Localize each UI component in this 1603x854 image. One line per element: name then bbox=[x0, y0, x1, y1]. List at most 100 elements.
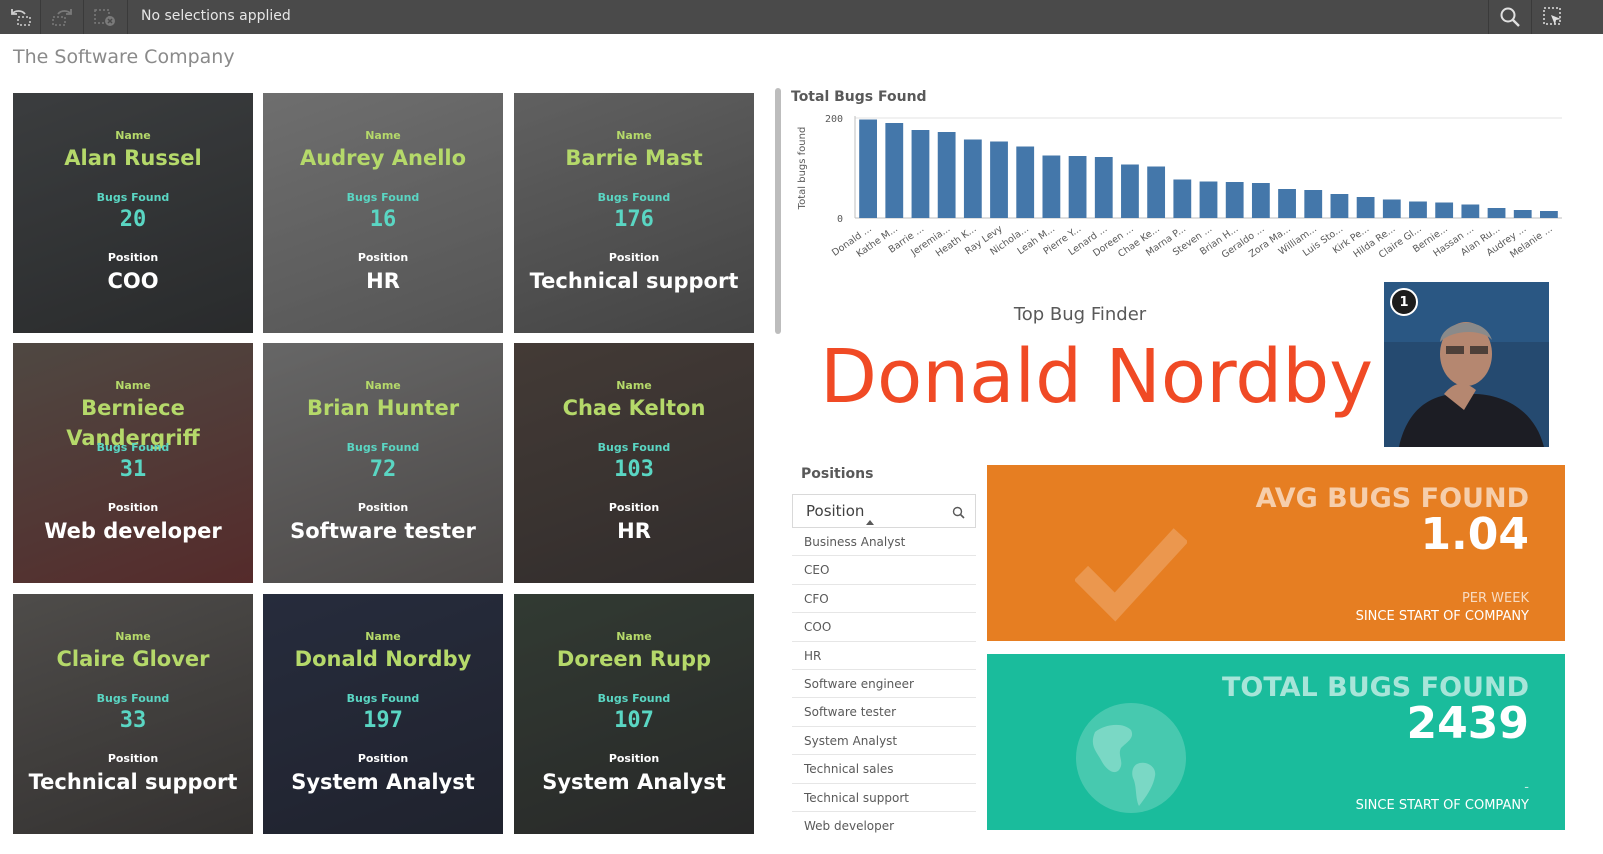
position-item[interactable]: System Analyst bbox=[792, 726, 976, 756]
bar[interactable] bbox=[1121, 164, 1139, 219]
person-card[interactable]: Name Audrey Anello Bugs Found 16 Positio… bbox=[263, 93, 503, 333]
bugs-label: Bugs Found bbox=[96, 441, 170, 454]
position-item[interactable]: COO bbox=[792, 613, 976, 642]
toolbar-divider bbox=[40, 0, 41, 34]
bar[interactable] bbox=[1016, 146, 1035, 219]
bugs-bar-chart[interactable]: Total bugs found Donald ...Kathe M...Bar… bbox=[790, 108, 1570, 283]
positions-title: Positions bbox=[801, 466, 874, 482]
top-bug-finder-photo: 1 bbox=[1384, 282, 1549, 447]
checkmark-icon bbox=[1075, 528, 1187, 622]
name-label: Name bbox=[616, 379, 652, 392]
position-item[interactable]: Technical sales bbox=[792, 755, 976, 784]
toolbar-divider bbox=[127, 0, 128, 34]
selections-forward-icon[interactable] bbox=[49, 5, 75, 29]
kpi-total-value: 2439 bbox=[1406, 698, 1529, 749]
person-card[interactable]: Name Brian Hunter Bugs Found 72 Position… bbox=[263, 343, 503, 583]
bugs-label: Bugs Found bbox=[597, 692, 671, 705]
person-card[interactable]: Name Claire Glover Bugs Found 33 Positio… bbox=[13, 594, 253, 834]
person-position: Software tester bbox=[290, 519, 476, 543]
position-item[interactable]: CEO bbox=[792, 556, 976, 585]
person-position: Web developer bbox=[44, 519, 222, 543]
name-label: Name bbox=[365, 379, 401, 392]
person-card[interactable]: Name Donald Nordby Bugs Found 197 Positi… bbox=[263, 594, 503, 834]
bar[interactable] bbox=[859, 119, 877, 219]
app-title: The Software Company bbox=[13, 46, 235, 68]
bar[interactable] bbox=[1251, 183, 1270, 218]
position-item[interactable]: HR bbox=[792, 641, 976, 670]
chart-x-labels: Donald ...Kathe M...Barrie ...Jeremia...… bbox=[830, 223, 1555, 261]
bar[interactable] bbox=[1147, 166, 1166, 219]
position-label: Position bbox=[357, 501, 409, 514]
bar[interactable] bbox=[1304, 190, 1323, 218]
toolbar-divider bbox=[1488, 0, 1489, 34]
bar[interactable] bbox=[1461, 204, 1480, 219]
bar[interactable] bbox=[1487, 208, 1506, 218]
bar[interactable] bbox=[963, 139, 982, 219]
bar[interactable] bbox=[1094, 157, 1113, 218]
top-bug-finder-name: Donald Nordby bbox=[820, 334, 1374, 420]
positions-header[interactable]: Position bbox=[792, 494, 976, 528]
positions-header-label: Position bbox=[806, 502, 865, 520]
bar[interactable] bbox=[885, 123, 904, 218]
chart-y-labels: 2000 bbox=[825, 114, 843, 225]
position-item[interactable]: CFO bbox=[792, 584, 976, 614]
bugs-count: 176 bbox=[614, 207, 654, 232]
position-label: Position bbox=[107, 501, 159, 514]
person-card[interactable]: Name Alan Russel Bugs Found 20 Position … bbox=[13, 93, 253, 333]
name-label: Name bbox=[616, 129, 652, 142]
bar[interactable] bbox=[1199, 181, 1218, 219]
name-label: Name bbox=[616, 630, 652, 643]
clear-selections-icon[interactable] bbox=[92, 5, 118, 29]
bugs-count: 107 bbox=[614, 708, 654, 733]
bugs-count: 31 bbox=[119, 457, 147, 482]
bugs-label: Bugs Found bbox=[597, 191, 671, 204]
bar[interactable] bbox=[1382, 199, 1401, 219]
bugs-label: Bugs Found bbox=[597, 441, 671, 454]
top-bug-finder-label: Top Bug Finder bbox=[1013, 304, 1147, 325]
search-icon[interactable] bbox=[1497, 5, 1523, 29]
toolbar: No selections applied bbox=[0, 0, 1603, 34]
bar[interactable] bbox=[937, 132, 956, 218]
bugs-count: 33 bbox=[119, 708, 147, 733]
kpi-avg-caption: SINCE START OF COMPANY bbox=[1355, 609, 1529, 624]
bar[interactable] bbox=[1278, 189, 1296, 218]
bar[interactable] bbox=[1409, 201, 1427, 219]
bar[interactable] bbox=[1173, 179, 1192, 219]
selections-back-icon[interactable] bbox=[8, 5, 34, 29]
bar[interactable] bbox=[1513, 210, 1532, 218]
person-position: COO bbox=[107, 269, 159, 293]
selections-tool-icon[interactable] bbox=[1540, 5, 1566, 29]
bar[interactable] bbox=[990, 141, 1008, 219]
position-item[interactable]: Web developer bbox=[792, 811, 976, 834]
position-label: Position bbox=[107, 251, 159, 264]
person-card[interactable]: Name Chae Kelton Bugs Found 103 Position… bbox=[514, 343, 754, 583]
position-item[interactable]: Technical support bbox=[792, 783, 976, 812]
selection-status: No selections applied bbox=[141, 8, 291, 24]
y-tick-label: 200 bbox=[825, 114, 843, 125]
bar[interactable] bbox=[1356, 197, 1375, 218]
position-item[interactable]: Business Analyst bbox=[792, 528, 976, 557]
person-position: Technical support bbox=[28, 770, 238, 794]
bar[interactable] bbox=[911, 130, 930, 218]
bar[interactable] bbox=[1068, 156, 1087, 218]
globe-icon bbox=[1076, 703, 1186, 813]
person-position: Technical support bbox=[529, 269, 739, 293]
bar[interactable] bbox=[1540, 211, 1558, 218]
position-item[interactable]: Software engineer bbox=[792, 669, 976, 699]
toolbar-divider bbox=[1531, 0, 1532, 34]
position-label: Position bbox=[608, 251, 660, 264]
cards-scrollbar[interactable] bbox=[775, 88, 781, 334]
person-card[interactable]: Name Barrie Mast Bugs Found 176 Position… bbox=[514, 93, 754, 333]
position-item[interactable]: Software tester bbox=[792, 698, 976, 727]
bar[interactable] bbox=[1435, 202, 1454, 219]
bugs-label: Bugs Found bbox=[346, 441, 420, 454]
kpi-avg-bugs: AVG BUGS FOUND 1.04 PER WEEK SINCE START… bbox=[987, 465, 1565, 641]
name-label: Name bbox=[115, 129, 151, 142]
bar[interactable] bbox=[1225, 182, 1244, 218]
person-name: Chae Kelton bbox=[562, 396, 706, 420]
bar[interactable] bbox=[1330, 194, 1349, 218]
person-card[interactable]: Name Doreen Rupp Bugs Found 107 Position… bbox=[514, 594, 754, 834]
search-icon[interactable] bbox=[952, 505, 965, 523]
person-card[interactable]: Name Berniece Vandergriff Bugs Found 31 … bbox=[13, 343, 253, 583]
bar[interactable] bbox=[1042, 155, 1061, 219]
